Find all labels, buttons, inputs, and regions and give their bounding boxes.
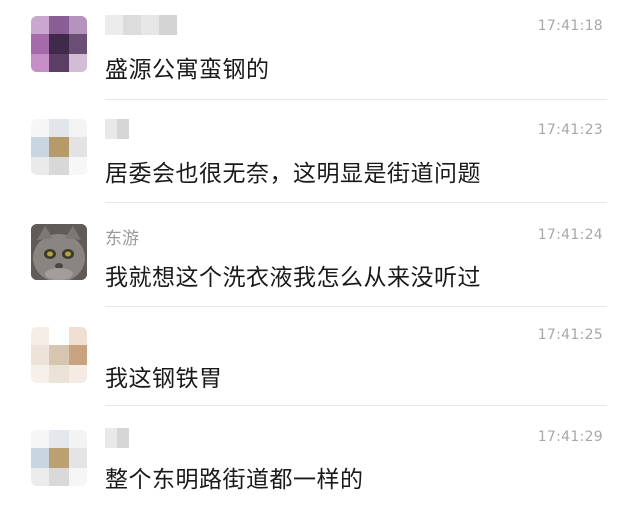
message-text: 整个东明路街道都一样的 — [105, 467, 364, 493]
avatar-pixel — [49, 16, 69, 34]
chat-message[interactable]: 17:41:29 整个东明路街道都一样的 — [0, 406, 640, 506]
avatar-pixel — [69, 157, 87, 175]
avatar-pixel — [69, 137, 87, 157]
chat-message[interactable]: 17:41:25 我这钢铁胃 — [0, 307, 640, 407]
avatar-pixel — [31, 34, 49, 54]
avatar-pixel — [49, 157, 69, 175]
timestamp: 17:41:25 — [537, 327, 603, 343]
avatar[interactable] — [31, 16, 87, 72]
blurred-username — [105, 15, 177, 35]
avatar-pixel — [31, 137, 49, 157]
timestamp: 17:41:24 — [537, 227, 603, 243]
avatar-pixel — [49, 468, 69, 486]
avatar-pixel — [49, 327, 69, 345]
avatar-pixel — [69, 468, 87, 486]
avatar-pixel — [49, 345, 69, 365]
message-text: 我这钢铁胃 — [105, 366, 223, 392]
avatar[interactable] — [31, 327, 87, 383]
sender-name: 东游 — [105, 229, 139, 249]
avatar[interactable] — [31, 119, 87, 175]
avatar-pixel — [31, 468, 49, 486]
avatar-pixel — [69, 430, 87, 448]
divider — [105, 99, 607, 100]
avatar-pixel — [69, 448, 87, 468]
avatar-pixel — [31, 345, 49, 365]
avatar[interactable] — [31, 430, 87, 486]
avatar-pixel — [31, 365, 49, 383]
avatar-pixel — [31, 157, 49, 175]
avatar-pixel — [69, 34, 87, 54]
avatar-pixel — [49, 34, 69, 54]
avatar-pixel — [49, 448, 69, 468]
chat-message[interactable]: 东游 17:41:24 我就想这个洗衣液我怎么从来没听过 — [0, 204, 640, 307]
avatar-pixel — [31, 430, 49, 448]
chat-message[interactable]: 17:41:18 盛源公寓蛮钢的 — [0, 0, 640, 100]
avatar-pixel — [31, 327, 49, 345]
timestamp: 17:41:29 — [537, 429, 603, 445]
blurred-username — [105, 428, 129, 448]
avatar-pixel — [49, 430, 69, 448]
timestamp: 17:41:23 — [537, 122, 603, 138]
avatar-pixel — [69, 54, 87, 72]
message-text: 我就想这个洗衣液我怎么从来没听过 — [105, 265, 481, 291]
avatar-pixel — [69, 327, 87, 345]
avatar-pixel — [69, 345, 87, 365]
avatar-pixel — [31, 448, 49, 468]
avatar-pixel — [49, 119, 69, 137]
avatar-pixel — [31, 119, 49, 137]
avatar-pixel — [69, 16, 87, 34]
timestamp: 17:41:18 — [537, 18, 603, 34]
chat-message[interactable]: 17:41:23 居委会也很无奈，这明显是街道问题 — [0, 101, 640, 203]
avatar-pixel — [69, 365, 87, 383]
avatar-pixel — [49, 365, 69, 383]
divider — [105, 202, 607, 203]
avatar-pixel — [69, 119, 87, 137]
cat-icon — [31, 224, 87, 280]
avatar-pixel — [31, 54, 49, 72]
avatar-pixel — [31, 16, 49, 34]
blurred-username — [105, 119, 129, 139]
avatar-pixel — [49, 54, 69, 72]
message-text: 盛源公寓蛮钢的 — [105, 57, 270, 83]
avatar-pixel — [49, 137, 69, 157]
cat-avatar[interactable] — [31, 224, 87, 280]
message-text: 居委会也很无奈，这明显是街道问题 — [105, 161, 481, 187]
